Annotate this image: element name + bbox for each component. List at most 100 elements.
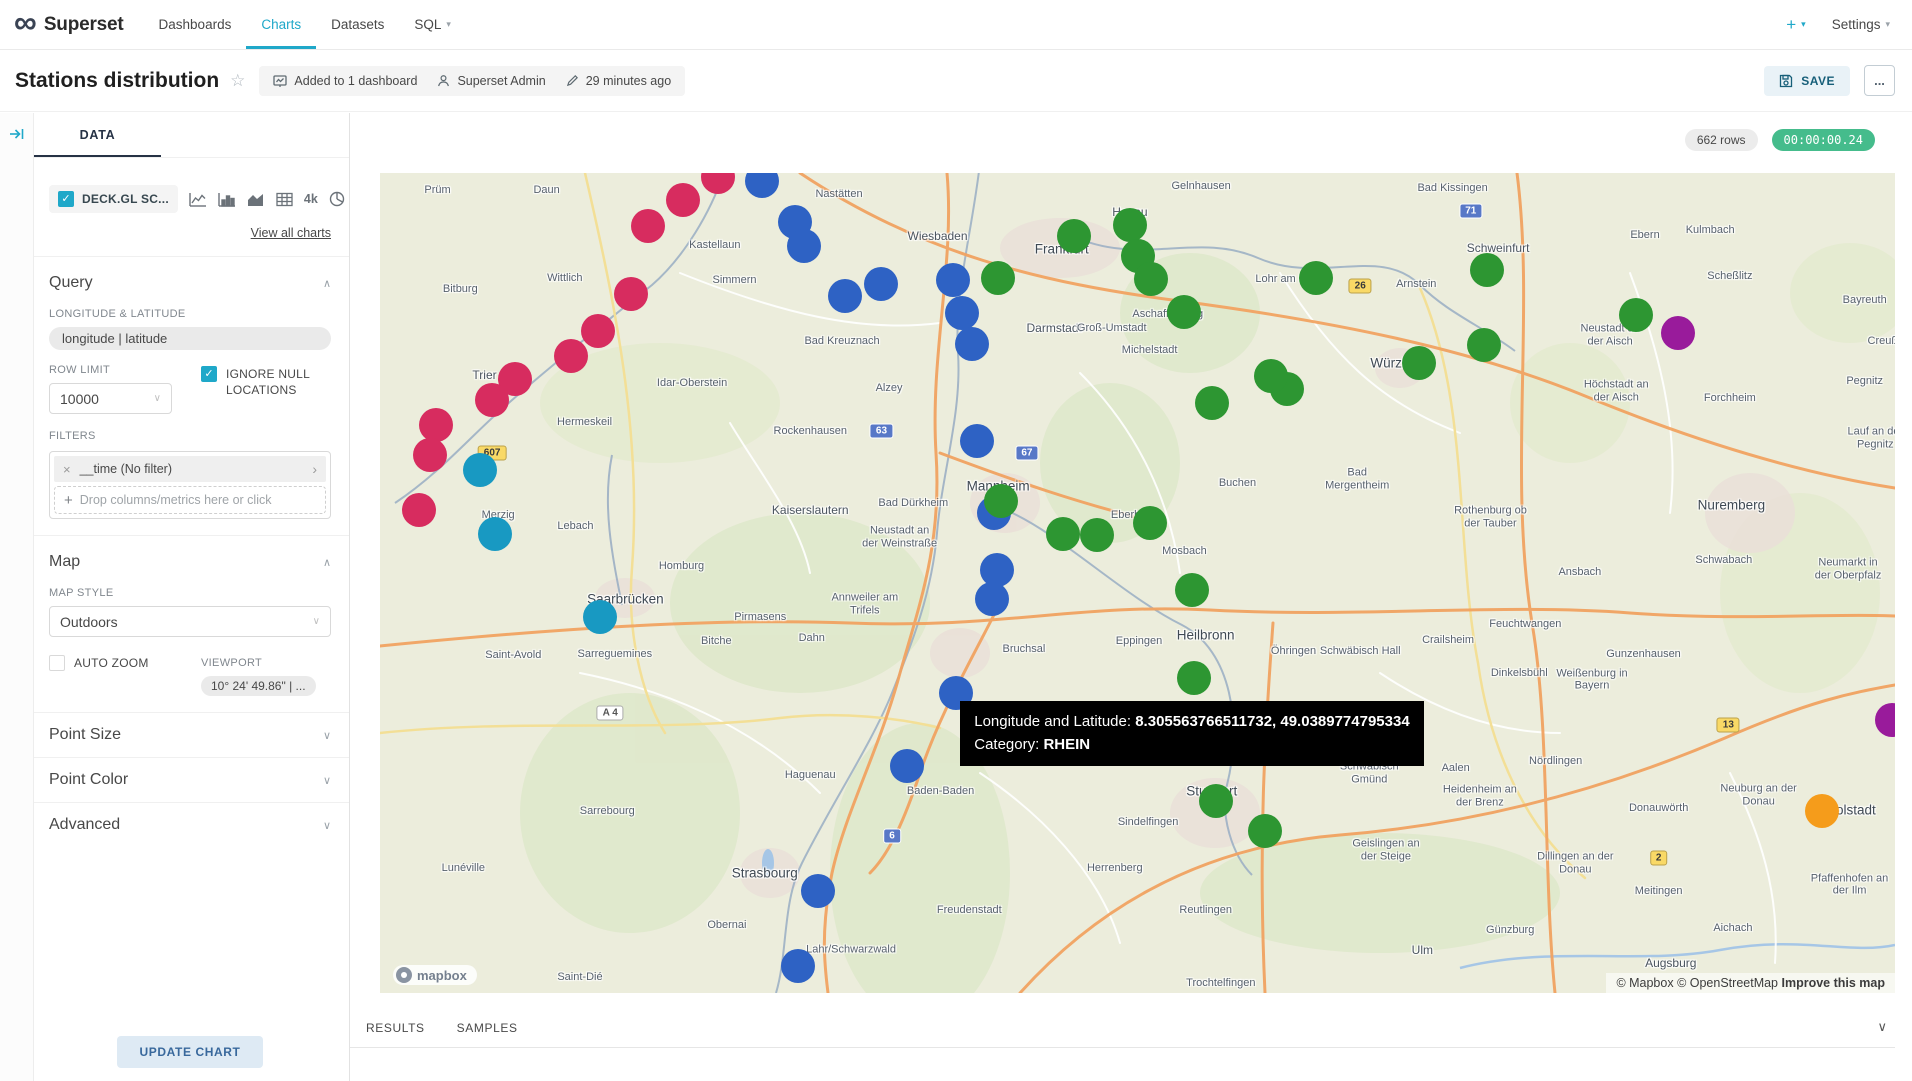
station-point[interactable] bbox=[787, 229, 821, 263]
tab-samples[interactable]: SAMPLES bbox=[457, 1021, 518, 1035]
station-point[interactable] bbox=[1661, 316, 1695, 350]
station-point[interactable] bbox=[631, 209, 665, 243]
settings-menu[interactable]: Settings ▾ bbox=[1832, 17, 1890, 32]
dashboards-meta[interactable]: Added to 1 dashboard bbox=[273, 74, 417, 88]
station-point[interactable] bbox=[1113, 208, 1147, 242]
station-point[interactable] bbox=[1254, 359, 1288, 393]
tab-data[interactable]: DATA bbox=[34, 113, 161, 157]
pie-chart-icon[interactable] bbox=[329, 191, 345, 207]
station-point[interactable] bbox=[1080, 518, 1114, 552]
expand-panel-icon[interactable] bbox=[9, 127, 25, 141]
advanced-section[interactable]: Advanced ∨ bbox=[49, 803, 331, 847]
nav-item-dashboards[interactable]: Dashboards bbox=[144, 0, 247, 49]
station-point[interactable] bbox=[402, 493, 436, 527]
station-point[interactable] bbox=[890, 749, 924, 783]
query-section-header[interactable]: Query ∧ bbox=[49, 274, 331, 292]
line-chart-icon[interactable] bbox=[189, 192, 207, 207]
filters-box: × __time (No filter) › + Drop columns/me… bbox=[49, 451, 331, 519]
station-point[interactable] bbox=[864, 267, 898, 301]
station-point[interactable] bbox=[1470, 253, 1504, 287]
station-point[interactable] bbox=[413, 438, 447, 472]
view-all-charts-link[interactable]: View all charts bbox=[49, 226, 331, 240]
station-point[interactable] bbox=[614, 277, 648, 311]
station-point[interactable] bbox=[666, 183, 700, 217]
station-point[interactable] bbox=[801, 874, 835, 908]
point-color-section[interactable]: Point Color ∨ bbox=[49, 758, 331, 802]
time-filter-chip[interactable]: × __time (No filter) › bbox=[54, 456, 326, 482]
osm-attribution-link[interactable]: © OpenStreetMap bbox=[1677, 976, 1778, 990]
mapbox-attribution-link[interactable]: © Mapbox bbox=[1616, 976, 1673, 990]
station-point[interactable] bbox=[554, 339, 588, 373]
station-point[interactable] bbox=[1875, 703, 1895, 737]
area-chart-icon[interactable] bbox=[247, 192, 265, 207]
station-point[interactable] bbox=[1134, 262, 1168, 296]
station-point[interactable] bbox=[1046, 517, 1080, 551]
superset-logo[interactable]: ∞ Superset bbox=[0, 0, 144, 49]
station-point[interactable] bbox=[1248, 814, 1282, 848]
station-point[interactable] bbox=[945, 296, 979, 330]
new-dropdown-button[interactable]: + ▾ bbox=[1786, 15, 1805, 35]
nav-item-datasets[interactable]: Datasets bbox=[316, 0, 399, 49]
station-point[interactable] bbox=[419, 408, 453, 442]
station-point[interactable] bbox=[581, 314, 615, 348]
station-point[interactable] bbox=[583, 600, 617, 634]
mapbox-logo[interactable]: mapbox bbox=[393, 965, 477, 985]
map-canvas[interactable]: PrümDaunNastättenGelnhausenBad Kissingen… bbox=[380, 173, 1895, 993]
big-number-icon[interactable]: 4k bbox=[304, 192, 318, 206]
row-limit-select[interactable]: 10000 ∨ bbox=[49, 383, 172, 414]
viz-selected-chip[interactable]: ✓ DECK.GL SC... bbox=[49, 185, 178, 213]
results-panel: RESULTS SAMPLES ∨ bbox=[350, 1011, 1895, 1048]
improve-map-link[interactable]: Improve this map bbox=[1782, 976, 1886, 990]
table-icon[interactable] bbox=[276, 192, 293, 207]
collapse-results-icon[interactable]: ∨ bbox=[1877, 1019, 1887, 1035]
station-point[interactable] bbox=[1175, 573, 1209, 607]
station-point[interactable] bbox=[1619, 298, 1653, 332]
station-point[interactable] bbox=[960, 424, 994, 458]
station-point[interactable] bbox=[1133, 506, 1167, 540]
nav-item-sql[interactable]: SQL ▾ bbox=[399, 0, 466, 49]
ignore-null-label[interactable]: IGNORE NULL LOCATIONS bbox=[226, 366, 326, 398]
bar-chart-icon[interactable] bbox=[218, 192, 236, 207]
station-point[interactable] bbox=[1057, 219, 1091, 253]
station-point[interactable] bbox=[1177, 661, 1211, 695]
station-point[interactable] bbox=[1467, 328, 1501, 362]
station-point[interactable] bbox=[828, 279, 862, 313]
map-style-label: MAP STYLE bbox=[49, 587, 331, 599]
remove-filter-icon[interactable]: × bbox=[63, 462, 71, 477]
ignore-null-checkbox[interactable]: ✓ bbox=[201, 366, 217, 382]
viewport-chip[interactable]: 10° 24' 49.86" | ... bbox=[201, 676, 316, 696]
station-point[interactable] bbox=[984, 484, 1018, 518]
auto-zoom-label[interactable]: AUTO ZOOM bbox=[74, 655, 149, 671]
update-chart-button[interactable]: UPDATE CHART bbox=[117, 1036, 264, 1068]
favorite-star-icon[interactable]: ☆ bbox=[230, 71, 245, 91]
map-style-select[interactable]: Outdoors ∨ bbox=[49, 606, 331, 637]
station-point[interactable] bbox=[1199, 784, 1233, 818]
station-point[interactable] bbox=[955, 327, 989, 361]
station-point[interactable] bbox=[1805, 794, 1839, 828]
station-point[interactable] bbox=[981, 261, 1015, 295]
modified-meta[interactable]: 29 minutes ago bbox=[566, 74, 671, 88]
filter-drop-zone[interactable]: + Drop columns/metrics here or click bbox=[54, 486, 326, 514]
station-point[interactable] bbox=[745, 173, 779, 198]
auto-zoom-checkbox[interactable] bbox=[49, 655, 65, 671]
station-point[interactable] bbox=[1167, 295, 1201, 329]
station-point[interactable] bbox=[1195, 386, 1229, 420]
tab-results[interactable]: RESULTS bbox=[366, 1021, 425, 1035]
station-point[interactable] bbox=[936, 263, 970, 297]
point-size-section[interactable]: Point Size ∨ bbox=[49, 713, 331, 757]
tooltip-category-value: RHEIN bbox=[1043, 736, 1090, 753]
station-point[interactable] bbox=[1299, 261, 1333, 295]
station-point[interactable] bbox=[475, 383, 509, 417]
save-button[interactable]: SAVE bbox=[1764, 66, 1850, 96]
station-point[interactable] bbox=[701, 173, 735, 194]
map-section-header[interactable]: Map ∧ bbox=[49, 553, 331, 571]
station-point[interactable] bbox=[975, 582, 1009, 616]
more-options-button[interactable]: ... bbox=[1864, 65, 1895, 96]
nav-item-charts[interactable]: Charts bbox=[246, 0, 316, 49]
station-point[interactable] bbox=[478, 517, 512, 551]
station-point[interactable] bbox=[1402, 346, 1436, 380]
station-point[interactable] bbox=[463, 453, 497, 487]
owner-meta[interactable]: Superset Admin bbox=[437, 74, 545, 88]
lonlat-chip[interactable]: longitude | latitude bbox=[49, 327, 331, 350]
station-point[interactable] bbox=[781, 949, 815, 983]
